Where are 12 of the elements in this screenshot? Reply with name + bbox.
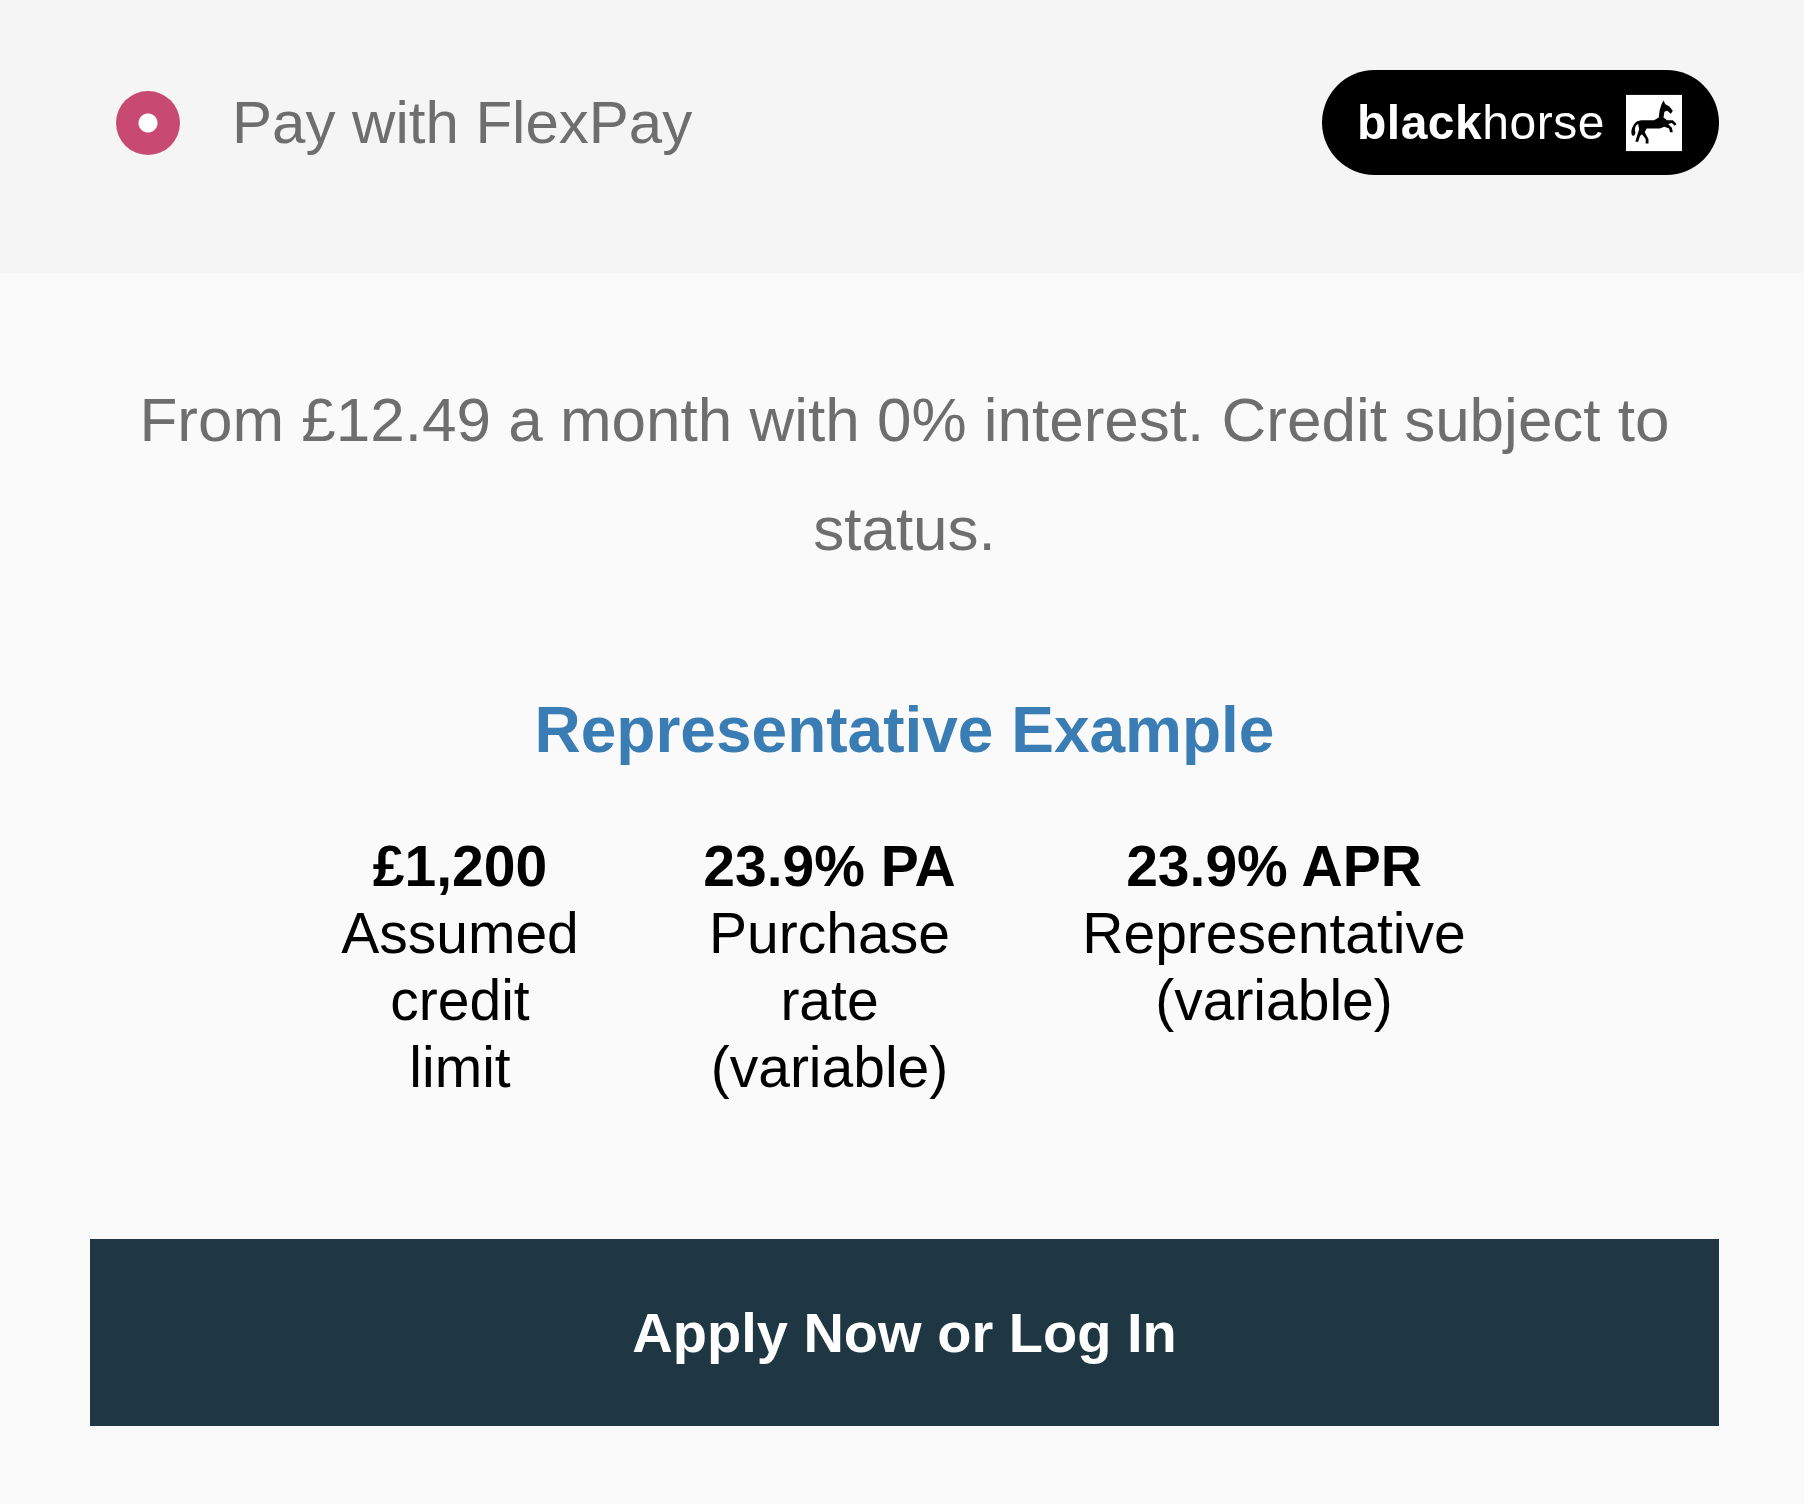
section-heading: Representative Example: [534, 693, 1275, 768]
figure-label: Assumed credit limit: [340, 900, 580, 1101]
figure-value: £1,200: [372, 833, 548, 900]
horse-icon: [1625, 92, 1682, 153]
figure-value: 23.9% APR: [1126, 833, 1422, 900]
finance-summary: From £12.49 a month with 0% interest. Credit subject to status.: [138, 384, 1671, 565]
payment-option-label[interactable]: Pay with FlexPay: [232, 88, 693, 157]
logo-text: blackhorse: [1357, 95, 1605, 150]
apply-button[interactable]: Apply Now or Log In: [90, 1239, 1719, 1426]
figure-label: Purchase rate (variable): [708, 900, 951, 1101]
figure-value: 23.9% PA: [703, 833, 956, 900]
figure-label: Representative (variable): [1081, 900, 1467, 1034]
